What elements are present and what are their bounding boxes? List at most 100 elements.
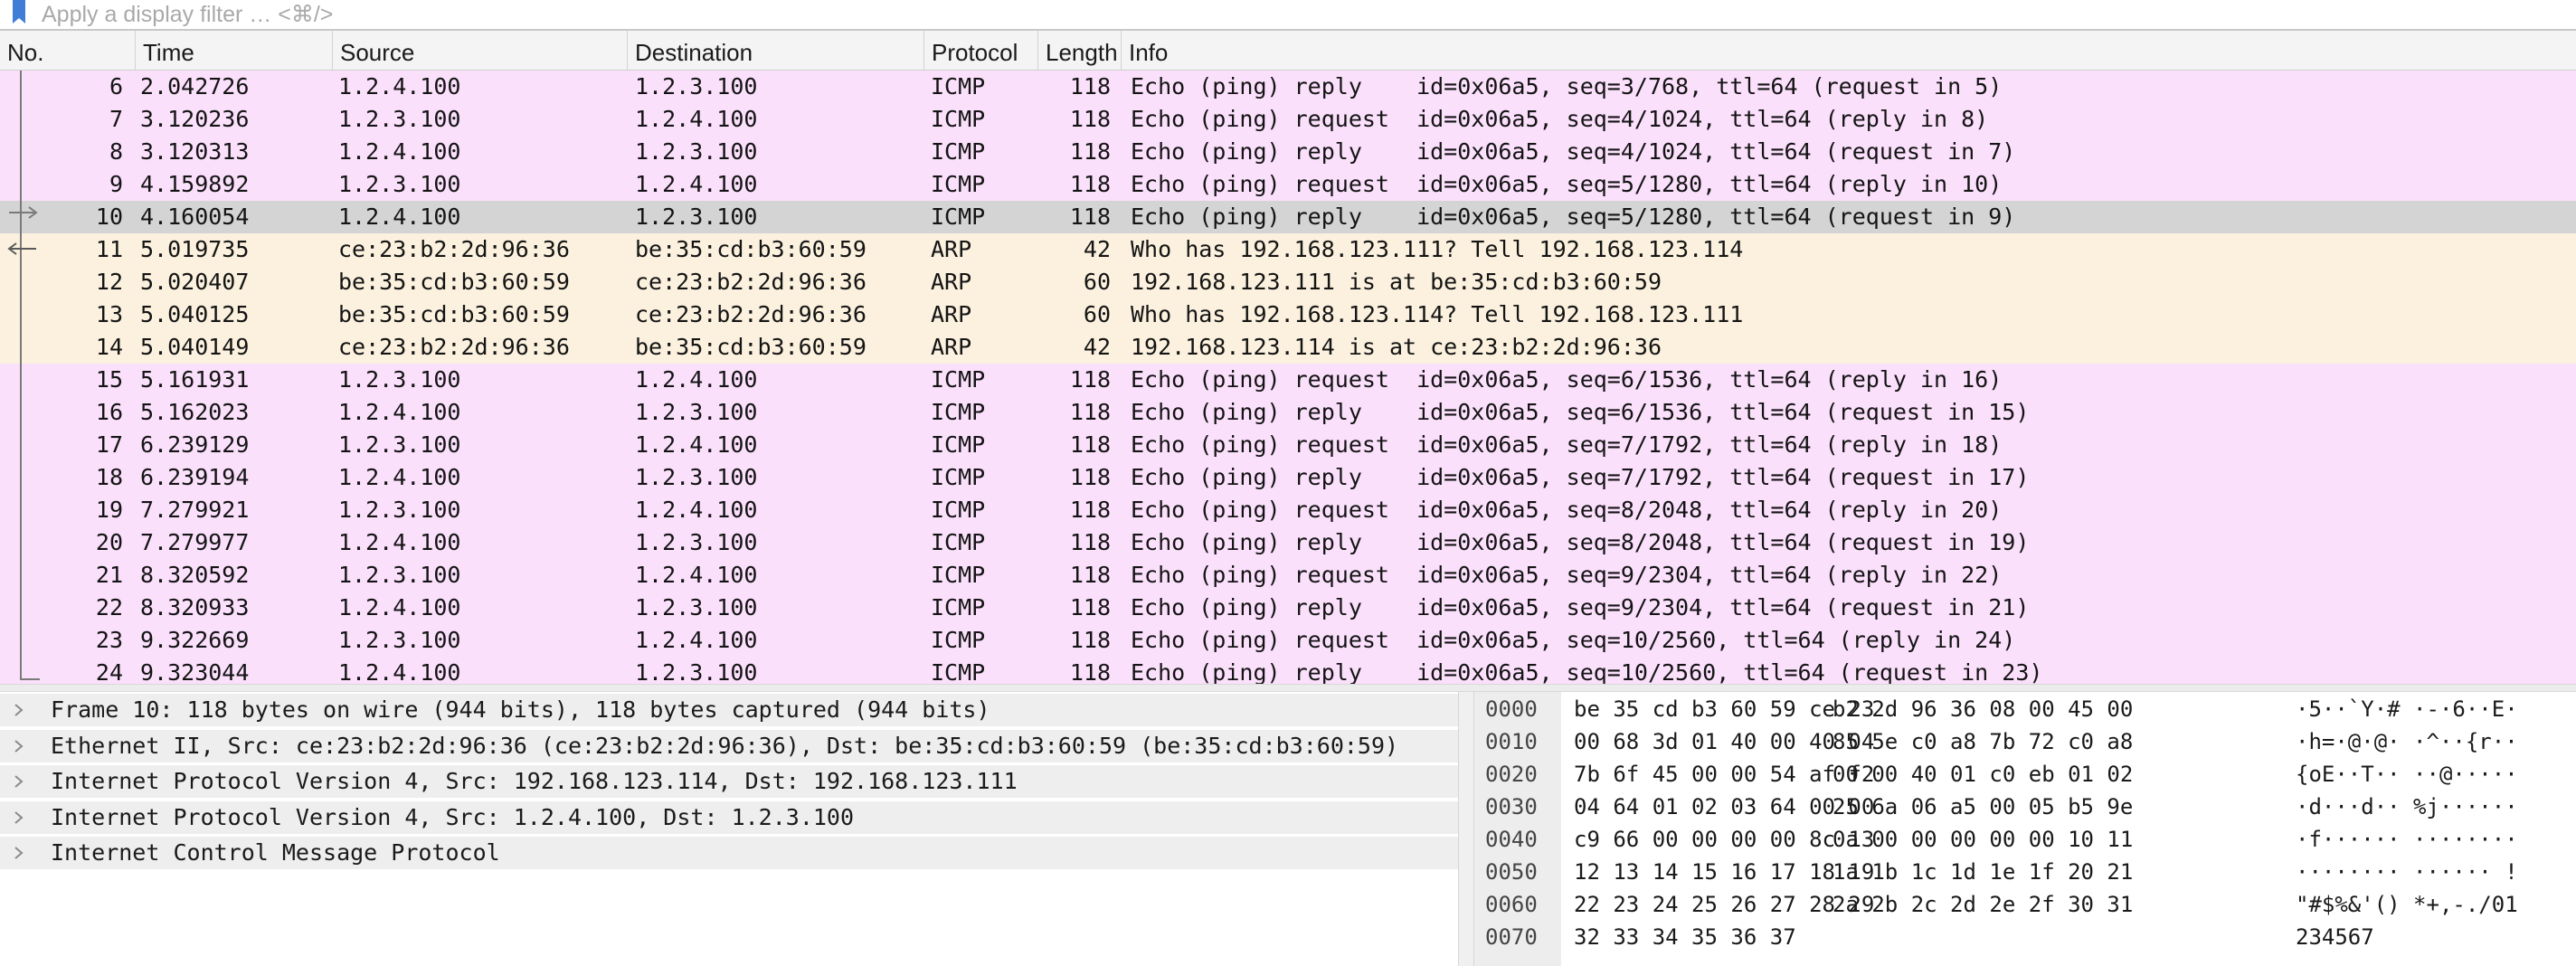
packet-destination: be:35:cd:b3:60:59 [635,236,867,262]
packet-no: 15 [95,366,123,393]
packet-time: 5.040125 [140,301,250,327]
packet-time: 3.120313 [140,138,250,165]
packet-no: 6 [109,73,123,99]
packet-row[interactable]: 13 5.040125 be:35:cd:b3:60:59 ce:23:b2:2d:9… [0,298,2576,331]
detail-tree-item[interactable]: Internet Protocol Version 4, Src: 1.2.4.… [0,800,1458,834]
packet-row[interactable]: 16 5.162023 1.2.4.100 1.2.3.100 ICMP 118 Echo … [0,396,2576,429]
packet-source: 1.2.4.100 [338,204,461,230]
packet-time: 6.239194 [140,464,250,490]
pane-splitter-vertical[interactable] [1458,692,1474,966]
hex-dump-line[interactable]: 0020 7b 6f 45 00 00 54 af f2 00 00 40 01 c… [1474,759,2576,788]
display-filter-input[interactable] [33,0,2565,29]
hex-dump-line[interactable]: 0050 12 13 14 15 16 17 18 19 1a 1b 1c 1d 1… [1474,857,2576,886]
detail-tree-item[interactable]: Ethernet II, Src: ce:23:b2:2d:96:36 (ce:… [0,729,1458,762]
packet-row[interactable]: 12 5.020407 be:35:cd:b3:60:59 ce:23:b2:2d:9… [0,266,2576,298]
detail-tree-item[interactable]: Internet Protocol Version 4, Src: 192.16… [0,765,1458,798]
packet-row[interactable]: 15 5.161931 1.2.3.100 1.2.4.100 ICMP 118 Echo … [0,364,2576,396]
column-header-time[interactable]: Time [136,31,333,71]
packet-source: 1.2.4.100 [338,138,461,165]
packet-protocol: ICMP [931,464,986,490]
hex-dump-line[interactable]: 0010 00 68 3d 01 40 00 40 04 85 5e c0 a8 7… [1474,726,2576,755]
packet-protocol: ARP [931,334,972,360]
hex-dump-line[interactable]: 0070 32 33 34 35 36 37 234567 [1474,922,2576,951]
hex-bytes-left: 04 64 01 02 03 64 00 00 [1574,794,1875,819]
packet-row[interactable]: 11 5.019735 ce:23:b2:2d:96:36 be:35:cd:b3:6… [0,233,2576,266]
packet-length: 118 [1069,138,1111,165]
column-header-destination[interactable]: Destination [628,31,924,71]
packet-length: 42 [1083,236,1111,262]
packet-length: 118 [1069,106,1111,132]
packet-source: 1.2.3.100 [338,562,461,588]
packet-destination: 1.2.3.100 [635,204,758,230]
detail-tree-item[interactable]: Internet Control Message Protocol [0,837,1458,869]
detail-tree-label: Internet Protocol Version 4, Src: 1.2.4.… [51,803,855,830]
packet-info: 192.168.123.111 is at be:35:cd:b3:60:59 [1131,269,1662,295]
packet-destination: 1.2.4.100 [635,366,758,393]
packet-time: 8.320592 [140,562,250,588]
hex-dump-line[interactable]: 0060 22 23 24 25 26 27 28 29 2a 2b 2c 2d 2… [1474,889,2576,918]
hex-dump-line[interactable]: 0030 04 64 01 02 03 64 00 00 25 6a 06 a5 0… [1474,791,2576,820]
chevron-right-icon[interactable] [13,837,33,869]
packet-no: 21 [95,562,123,588]
packet-length: 118 [1069,464,1111,490]
packet-row[interactable]: 6 2.042726 1.2.4.100 1.2.3.100 ICMP 118 Echo (… [0,71,2576,103]
packet-row[interactable]: 21 8.320592 1.2.3.100 1.2.4.100 ICMP 118 Echo … [0,559,2576,592]
packet-row[interactable]: 14 5.040149 ce:23:b2:2d:96:36 be:35:cd:b3:6… [0,331,2576,364]
ascii-bytes: ········ ······ ! [2296,859,2518,885]
packet-protocol: ICMP [931,73,986,99]
packet-destination: 1.2.3.100 [635,138,758,165]
packet-info: Echo (ping) reply id=0x06a5, seq=7/1792,… [1131,464,2030,490]
packet-time: 7.279977 [140,529,250,555]
hex-offset: 0030 [1485,794,1538,819]
chevron-right-icon[interactable] [13,801,33,834]
column-header-no[interactable]: No. [0,31,136,71]
column-header-info[interactable]: Info [1122,31,2576,71]
packet-protocol: ARP [931,301,972,327]
column-header-source[interactable]: Source [333,31,628,71]
packet-time: 2.042726 [140,73,250,99]
packet-protocol: ICMP [931,431,986,458]
packet-source: ce:23:b2:2d:96:36 [338,236,570,262]
packet-info: Echo (ping) request id=0x06a5, seq=4/102… [1131,106,1989,132]
conversation-bracket-line [20,71,22,680]
packet-source: be:35:cd:b3:60:59 [338,269,570,295]
packet-time: 5.161931 [140,366,250,393]
hex-bytes-left: c9 66 00 00 00 00 8c 13 [1574,827,1875,852]
packet-destination: 1.2.4.100 [635,562,758,588]
packet-protocol: ICMP [931,627,986,653]
packet-source: 1.2.3.100 [338,106,461,132]
column-header-length[interactable]: Length [1038,31,1122,71]
packet-length: 118 [1069,497,1111,523]
hex-dump-line[interactable]: 0000 be 35 cd b3 60 59 ce 23 b2 2d 96 36 0… [1474,694,2576,723]
packet-row[interactable]: 17 6.239129 1.2.3.100 1.2.4.100 ICMP 118 Echo … [0,429,2576,461]
packet-row[interactable]: 19 7.279921 1.2.3.100 1.2.4.100 ICMP 118 Echo … [0,494,2576,526]
ascii-bytes: ·h=·@·@· ·^··{r·· [2296,729,2518,754]
packet-row[interactable]: 20 7.279977 1.2.4.100 1.2.3.100 ICMP 118 Echo … [0,526,2576,559]
packet-row[interactable]: 23 9.322669 1.2.3.100 1.2.4.100 ICMP 118 Echo … [0,624,2576,657]
hex-bytes-left: 7b 6f 45 00 00 54 af f2 [1574,762,1875,787]
detail-tree-label: Frame 10: 118 bytes on wire (944 bits), … [51,696,990,723]
hex-bytes-left: 22 23 24 25 26 27 28 29 [1574,892,1875,917]
pane-splitter-horizontal[interactable] [0,684,2576,692]
packet-row[interactable]: 9 4.159892 1.2.3.100 1.2.4.100 ICMP 118 Echo (… [0,168,2576,201]
bookmark-icon[interactable] [4,0,29,29]
hex-dump-line[interactable]: 0040 c9 66 00 00 00 00 8c 13 0a 00 00 00 0… [1474,824,2576,853]
display-filter-bar [0,0,2576,31]
packet-row[interactable]: 7 3.120236 1.2.3.100 1.2.4.100 ICMP 118 Echo (… [0,103,2576,136]
hex-bytes-right: 2a 2b 2c 2d 2e 2f 30 31 [1833,892,2134,917]
packet-destination: be:35:cd:b3:60:59 [635,334,867,360]
packet-time: 4.159892 [140,171,250,197]
packet-no: 19 [95,497,123,523]
packet-row[interactable]: 8 3.120313 1.2.4.100 1.2.3.100 ICMP 118 Echo (… [0,136,2576,168]
packet-row[interactable]: 22 8.320933 1.2.4.100 1.2.3.100 ICMP 118 Echo … [0,592,2576,624]
packet-details-pane: Frame 10: 118 bytes on wire (944 bits), … [0,692,1458,966]
packet-row-selected[interactable]: 10 4.160054 1.2.4.100 1.2.3.100 ICMP 118 Echo … [0,201,2576,233]
packet-row[interactable]: 18 6.239194 1.2.4.100 1.2.3.100 ICMP 118 Echo … [0,461,2576,494]
chevron-right-icon[interactable] [13,765,33,798]
packet-length: 118 [1069,431,1111,458]
packet-time: 7.279921 [140,497,250,523]
chevron-right-icon[interactable] [13,730,33,762]
chevron-right-icon[interactable] [13,694,33,726]
column-header-protocol[interactable]: Protocol [924,31,1038,71]
detail-tree-item[interactable]: Frame 10: 118 bytes on wire (944 bits), … [0,694,1458,726]
